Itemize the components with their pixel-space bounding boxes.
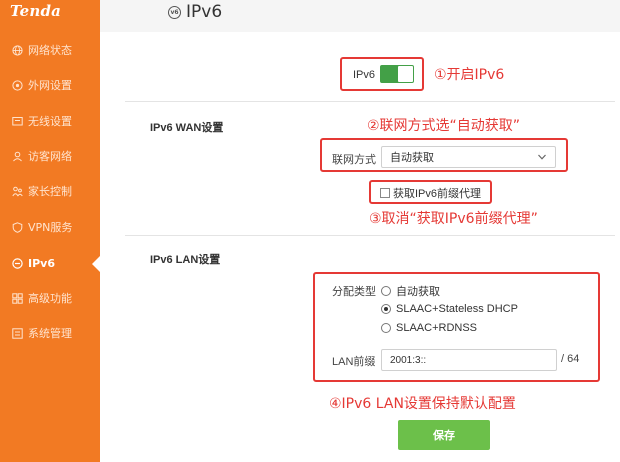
sidebar-item-label: 网络状态 — [28, 44, 72, 57]
sidebar-item-label: 家长控制 — [28, 185, 72, 198]
sidebar-item-wireless[interactable]: 无线设置 — [0, 109, 100, 133]
radio-label: SLAAC+Stateless DHCP — [396, 303, 518, 315]
radio-button[interactable] — [381, 304, 391, 314]
connection-mode-value: 自动获取 — [390, 152, 434, 164]
sidebar-item-label: 高级功能 — [28, 292, 72, 305]
chevron-down-icon — [538, 154, 546, 160]
globe-icon — [12, 44, 23, 56]
lan-prefix-label: LAN前缀 — [332, 356, 376, 368]
sidebar-item-advanced[interactable]: 高级功能 — [0, 286, 100, 310]
divider — [125, 101, 615, 102]
ipv6-title-icon: v6 — [168, 5, 181, 19]
vpn-icon — [12, 221, 23, 233]
active-item-pointer — [92, 256, 100, 272]
sidebar-item-label: 访客网络 — [28, 150, 72, 163]
page-title: v6 IPv6 — [168, 2, 222, 22]
lan-prefix-value: 2001:3:: — [390, 354, 427, 366]
sidebar-item-ipv6[interactable]: IPv6 — [0, 251, 100, 275]
internet-icon — [12, 79, 23, 91]
sidebar-item-label: IPv6 — [28, 256, 55, 270]
prefix-delegation-option[interactable]: 获取IPv6前缀代理 — [380, 185, 481, 201]
sidebar-item-parental[interactable]: 家长控制 — [0, 179, 100, 203]
wireless-icon — [12, 116, 23, 127]
radio-label: 自动获取 — [396, 286, 440, 298]
sidebar-item-label: VPN服务 — [28, 221, 73, 234]
toggle-knob — [398, 66, 413, 82]
sidebar-item-vpn[interactable]: VPN服务 — [0, 215, 100, 239]
parental-icon — [12, 186, 23, 197]
system-icon — [12, 327, 23, 339]
radio-label: SLAAC+RDNSS — [396, 322, 478, 334]
radio-button[interactable] — [381, 323, 391, 333]
sidebar-item-guest[interactable]: 访客网络 — [0, 144, 100, 168]
sidebar-item-system[interactable]: 系统管理 — [0, 321, 100, 345]
sidebar-item-label: 外网设置 — [28, 79, 72, 92]
step3-annotation: ③取消“获取IPv6前缀代理” — [369, 211, 538, 227]
prefix-length-text: / 64 — [561, 353, 580, 365]
step4-annotation: ④IPv6 LAN设置保持默认配置 — [329, 396, 516, 412]
wan-section-title: IPv6 WAN设置 — [150, 122, 224, 134]
ipv6-icon — [12, 257, 23, 269]
prefix-delegation-checkbox[interactable] — [380, 188, 390, 198]
lan-section-title: IPv6 LAN设置 — [150, 254, 221, 266]
save-button[interactable]: 保存 — [398, 420, 490, 450]
prefix-delegation-label: 获取IPv6前缀代理 — [393, 188, 482, 200]
advanced-icon — [12, 292, 23, 304]
sidebar-item-label: 系统管理 — [28, 327, 72, 340]
sidebar-item-label: 无线设置 — [28, 115, 72, 128]
radio-button[interactable] — [381, 286, 391, 296]
radio-option-slaac-dhcp[interactable]: SLAAC+Stateless DHCP — [381, 303, 518, 315]
ipv6-switch-label: IPv6 — [353, 69, 376, 81]
lan-prefix-input[interactable]: 2001:3:: — [381, 349, 557, 371]
tenda-logo: Tenda — [10, 2, 62, 20]
step2-annotation: ②联网方式选“自动获取” — [367, 118, 521, 134]
ipv6-toggle-switch[interactable] — [380, 65, 414, 83]
sidebar-item-wan[interactable]: 外网设置 — [0, 73, 100, 97]
connection-mode-label: 联网方式 — [332, 154, 376, 166]
guest-icon — [12, 151, 23, 162]
allocation-type-label: 分配类型 — [332, 286, 376, 298]
connection-mode-select[interactable]: 自动获取 — [381, 146, 556, 168]
divider — [125, 235, 615, 236]
radio-option-auto[interactable]: 自动获取 — [381, 283, 440, 299]
page-title-text: IPv6 — [186, 2, 223, 22]
radio-option-slaac-rdnss[interactable]: SLAAC+RDNSS — [381, 322, 477, 334]
sidebar-item-network-status[interactable]: 网络状态 — [0, 38, 100, 62]
step1-annotation: ①开启IPv6 — [434, 67, 505, 83]
sidebar: Tenda 网络状态 外网设置 无线设置 访客网络 家长控制 VPN服务 IPv… — [0, 0, 100, 462]
